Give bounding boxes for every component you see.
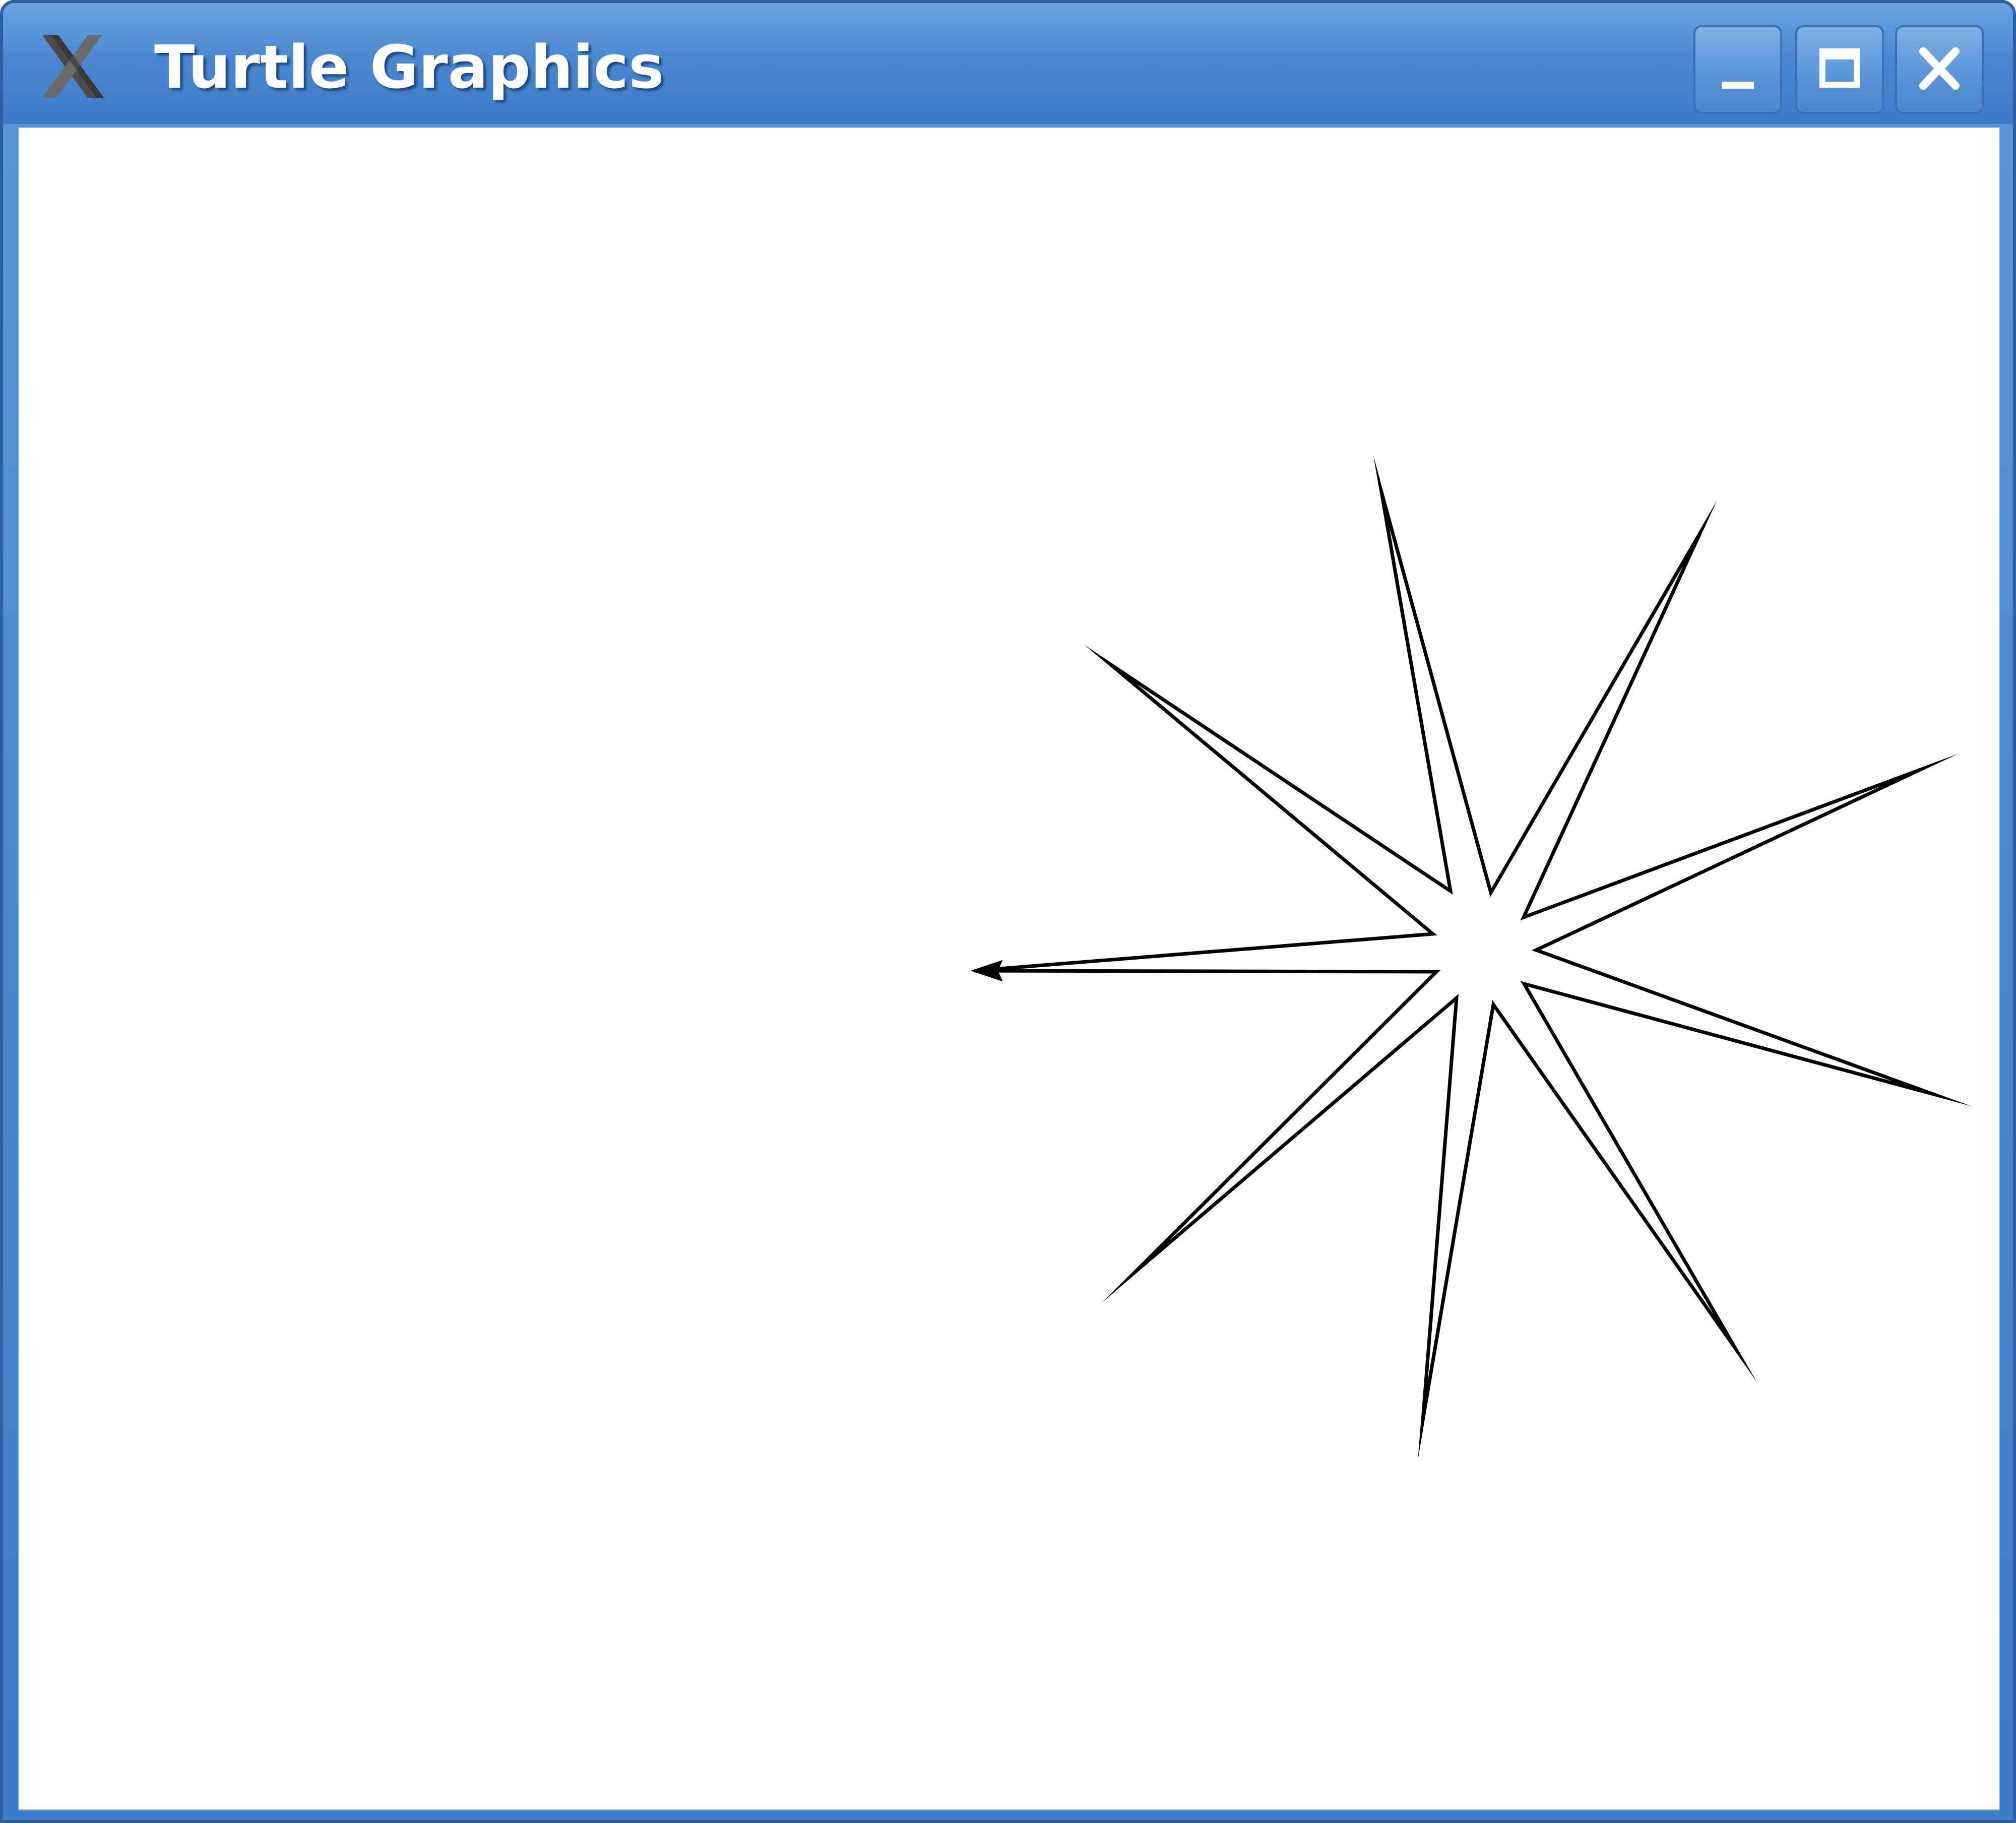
star-drawing: [970, 456, 1972, 1460]
turtle-cursor-icon: [970, 960, 1003, 982]
drawing-canvas[interactable]: [18, 127, 2000, 1810]
star-path: [974, 456, 1972, 1460]
turtle-graphics-window: Turtle Graphics: [0, 0, 2016, 1823]
